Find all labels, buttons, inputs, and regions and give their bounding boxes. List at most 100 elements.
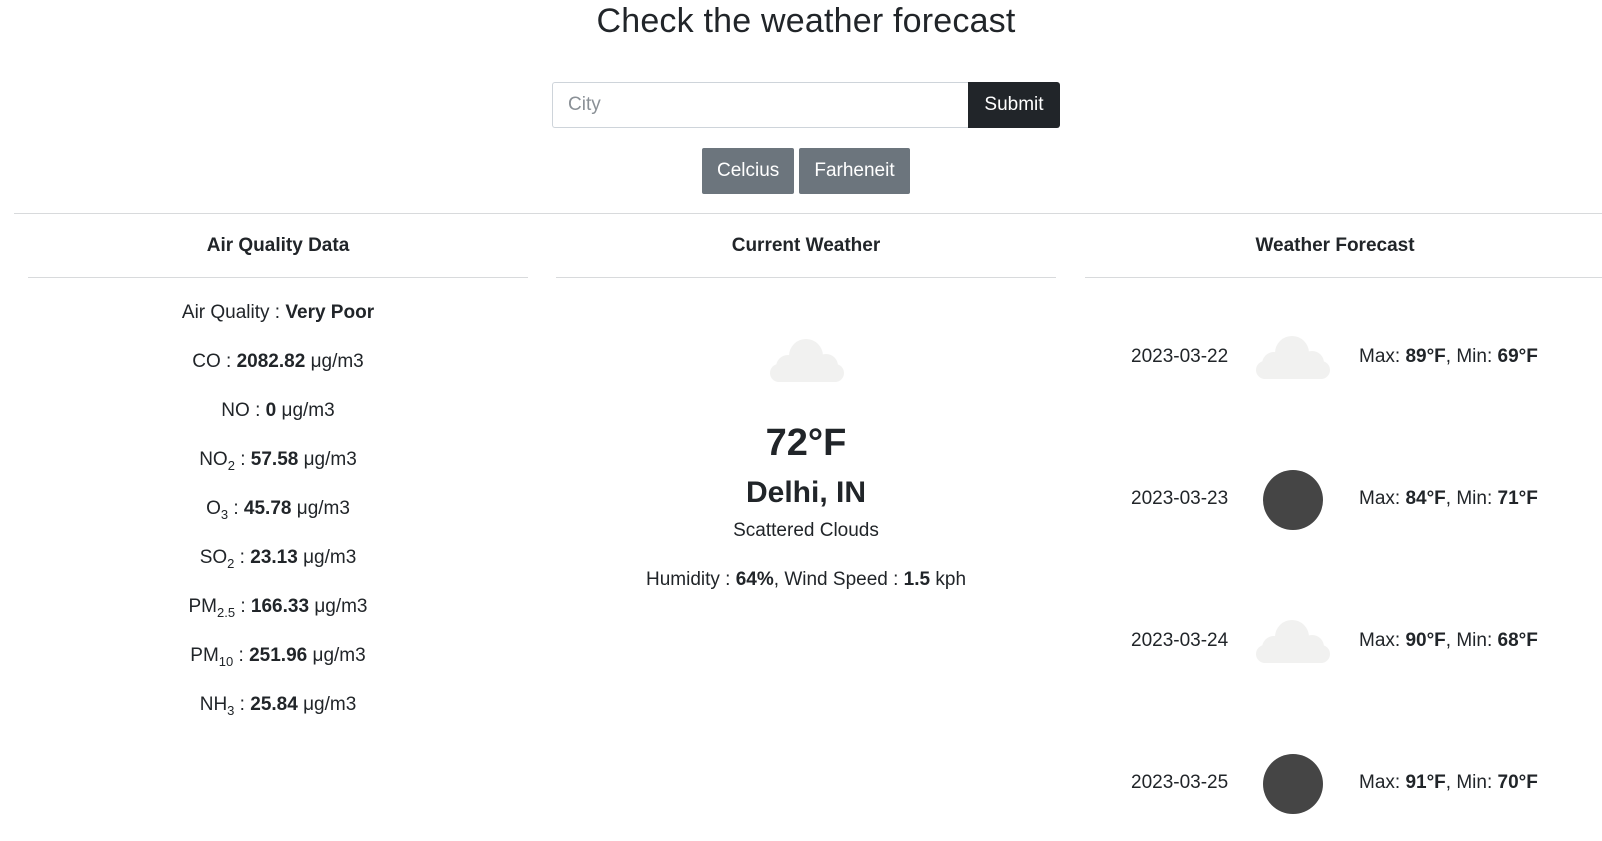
forecast-heading: Weather Forecast (1255, 235, 1415, 256)
dark-circle-icon (1263, 470, 1323, 530)
pollutant-value: Very Poor (285, 302, 375, 323)
pollutant-value: 45.78 (243, 498, 292, 519)
pollutant-value: 251.96 (249, 645, 308, 666)
humidity-value: 64% (735, 569, 774, 590)
min-label: , Min: (1445, 772, 1498, 793)
pollutant-name: NO (221, 400, 250, 421)
pollutant-subscript: 10 (218, 654, 234, 669)
air-quality-item: SO2 : 23.13 μg/m3 (28, 545, 528, 594)
separator: : (234, 449, 251, 470)
pollutant-name: PM (188, 596, 217, 617)
page-title: Check the weather forecast (596, 2, 1016, 40)
separator: : (233, 645, 250, 666)
pollutant-name: PM (190, 645, 219, 666)
air-quality-heading: Air Quality Data (206, 235, 350, 256)
max-temp: 89°F (1405, 346, 1446, 367)
pollutant-unit: μg/m3 (296, 498, 350, 519)
separator: : (220, 351, 237, 372)
forecast-date: 2023-03-24 (1131, 630, 1229, 651)
cloud-icon (1256, 336, 1330, 379)
air-quality-item: CO : 2082.82 μg/m3 (28, 349, 528, 398)
wind-speed-unit: kph (930, 569, 967, 590)
max-temp: 84°F (1405, 488, 1446, 509)
min-label: , Min: (1445, 346, 1498, 367)
separator: : (228, 498, 244, 519)
max-temp: 90°F (1405, 630, 1446, 651)
forecast-temps: Max: 90°F, Min: 68°F (1359, 630, 1538, 652)
min-temp: 71°F (1497, 488, 1538, 509)
pollutant-unit: μg/m3 (312, 645, 366, 666)
pollutant-name: NH (199, 694, 228, 715)
forecast-date: 2023-03-23 (1131, 488, 1229, 509)
air-quality-item: NO : 0 μg/m3 (28, 398, 528, 447)
forecast-date: 2023-03-25 (1131, 772, 1229, 793)
pollutant-unit: μg/m3 (303, 694, 357, 715)
current-temperature: 72°F (765, 422, 847, 464)
pollutant-subscript: 2 (227, 458, 235, 473)
forecast-day-row: 2023-03-23 Max: 84°F, Min: 71°F (1086, 464, 1602, 534)
max-label: Max: (1359, 772, 1406, 793)
min-temp: 69°F (1497, 346, 1538, 367)
min-temp: 68°F (1497, 630, 1538, 651)
fahrenheit-button[interactable]: Farheneit (799, 148, 910, 194)
dark-circle-icon (1263, 754, 1323, 814)
air-quality-item: PM2.5 : 166.33 μg/m3 (28, 594, 528, 643)
weather-description: Scattered Clouds (733, 520, 879, 541)
air-quality-item: NO2 : 57.58 μg/m3 (28, 447, 528, 496)
cloud-icon (1256, 620, 1330, 663)
air-quality-item: PM10 : 251.96 μg/m3 (28, 643, 528, 692)
forecast-date: 2023-03-22 (1131, 346, 1229, 367)
pollutant-subscript: 3 (220, 507, 229, 522)
unit-toggle: Celcius Farheneit (702, 148, 910, 194)
search-form: Submit (552, 82, 1060, 128)
max-label: Max: (1359, 630, 1406, 651)
humidity-label: Humidity : (645, 569, 736, 590)
pollutant-unit: μg/m3 (303, 547, 357, 568)
forecast-temps: Max: 91°F, Min: 70°F (1359, 772, 1538, 794)
forecast-icon (1254, 748, 1332, 818)
air-quality-divider (28, 277, 528, 278)
forecast-day-row: 2023-03-22 Max: 89°F, Min: 69°F (1086, 322, 1602, 392)
city-input[interactable] (552, 82, 968, 128)
forecast-icon (1254, 464, 1332, 534)
pollutant-subscript: 2.5 (216, 605, 236, 620)
separator: : (234, 694, 251, 715)
current-weather-heading: Current Weather (731, 235, 881, 256)
pollutant-unit: μg/m3 (281, 400, 335, 421)
forecast-temps: Max: 89°F, Min: 69°F (1359, 346, 1538, 368)
min-label: , Min: (1445, 630, 1498, 651)
max-label: Max: (1359, 346, 1406, 367)
air-quality-item: Air Quality : Very Poor (28, 300, 528, 349)
humidity-wind-line: Humidity : 64%, Wind Speed : 1.5 kph (556, 569, 1056, 591)
forecast-icon (1254, 322, 1332, 392)
pollutant-unit: μg/m3 (314, 596, 368, 617)
forecast-divider (1085, 277, 1602, 278)
current-location: Delhi, IN (745, 476, 866, 509)
forecast-icon (1254, 606, 1332, 676)
current-weather-divider (556, 277, 1056, 278)
pollutant-name: Air Quality (181, 302, 270, 323)
wind-speed-value: 1.5 (903, 569, 931, 590)
pollutant-value: 25.84 (250, 694, 298, 715)
celsius-button[interactable]: Celcius (702, 148, 794, 194)
pollutant-value: 23.13 (250, 547, 298, 568)
pollutant-name: SO (199, 547, 228, 568)
pollutant-value: 166.33 (250, 596, 310, 617)
cloud-icon (770, 339, 844, 382)
separator: : (235, 596, 251, 617)
section-divider (14, 213, 1602, 214)
pollutant-value: 2082.82 (236, 351, 306, 372)
pollutant-value: 0 (265, 400, 277, 421)
pollutant-name: NO (199, 449, 228, 470)
air-quality-item: O3 : 45.78 μg/m3 (28, 496, 528, 545)
submit-button[interactable]: Submit (968, 82, 1060, 128)
air-quality-list: Air Quality : Very Poor CO : 2082.82 μg/m… (28, 300, 528, 741)
min-label: , Min: (1445, 488, 1498, 509)
pollutant-unit: μg/m3 (303, 449, 357, 470)
min-temp: 70°F (1497, 772, 1538, 793)
pollutant-name: CO (192, 351, 221, 372)
separator: : (249, 400, 266, 421)
max-temp: 91°F (1405, 772, 1446, 793)
pollutant-name: O (206, 498, 221, 519)
pollutant-unit: μg/m3 (310, 351, 364, 372)
